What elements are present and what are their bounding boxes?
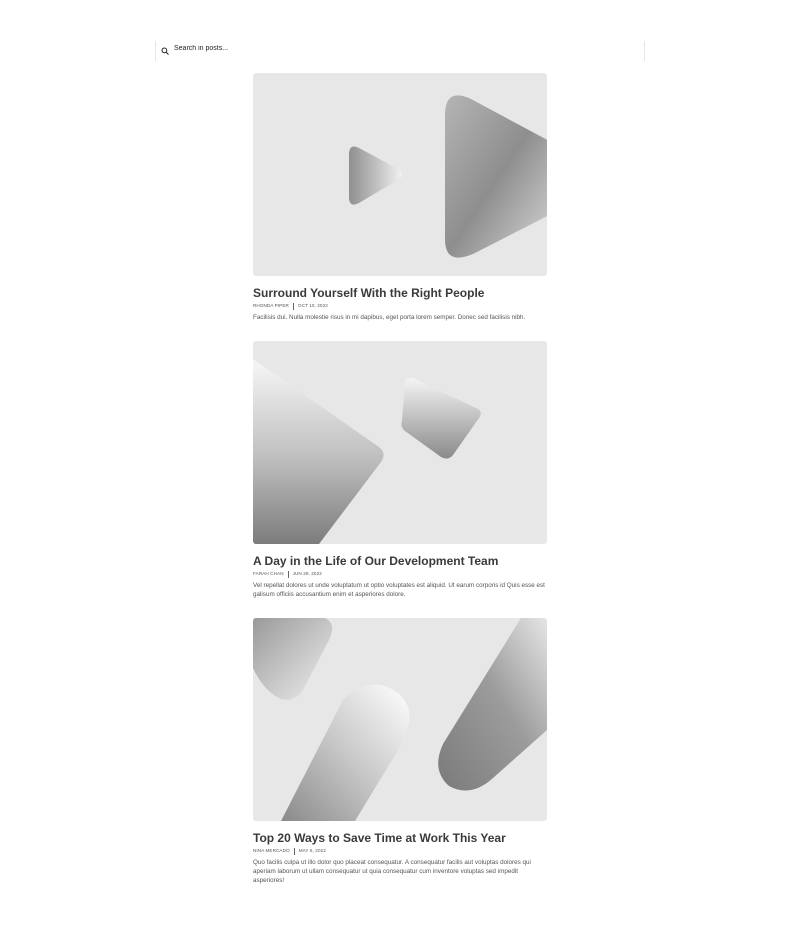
post-thumbnail-artwork [349, 95, 547, 258]
search-bar [155, 41, 645, 61]
post-meta: NINA MERCADO MAY 5, 2022 [253, 847, 547, 855]
post-card: Surround Yourself With the Right People … [253, 73, 547, 322]
post-title[interactable]: A Day in the Life of Our Development Tea… [253, 554, 547, 568]
post-title[interactable]: Top 20 Ways to Save Time at Work This Ye… [253, 831, 547, 845]
post-excerpt: Quo facilis culpa ut illo dolor quo plac… [253, 859, 531, 884]
post-excerpt: Vel repellat dolores ut unde voluptatum … [253, 582, 545, 598]
post-date: OCT 10, 2022 [297, 303, 328, 308]
post-card: A Day in the Life of Our Development Tea… [253, 341, 547, 599]
post-date: MAY 5, 2022 [298, 848, 326, 853]
post-date: JUN 29, 2022 [292, 571, 322, 576]
post-thumbnail[interactable] [253, 73, 547, 276]
post-author[interactable]: RHONDA PIPER [253, 302, 289, 310]
post-thumbnail-artwork [253, 359, 481, 544]
post-author[interactable]: NINA MERCADO [253, 847, 290, 855]
post-title[interactable]: Surround Yourself With the Right People [253, 286, 547, 300]
search-icon[interactable] [161, 47, 169, 55]
post-excerpt: Facilisis dui. Nulla molestie risus in m… [253, 314, 526, 321]
post-author[interactable]: FARAH CHAN [253, 570, 284, 578]
post-meta: FARAH CHAN JUN 29, 2022 [253, 570, 547, 578]
search-input[interactable] [174, 41, 634, 55]
post-thumbnail[interactable] [253, 618, 547, 821]
post-thumbnail[interactable] [253, 341, 547, 544]
post-thumbnail-artwork [253, 618, 547, 821]
meta-divider [293, 847, 295, 855]
meta-divider [287, 570, 289, 578]
meta-divider [292, 302, 294, 310]
post-card: Top 20 Ways to Save Time at Work This Ye… [253, 618, 547, 885]
post-meta: RHONDA PIPER OCT 10, 2022 [253, 302, 547, 310]
